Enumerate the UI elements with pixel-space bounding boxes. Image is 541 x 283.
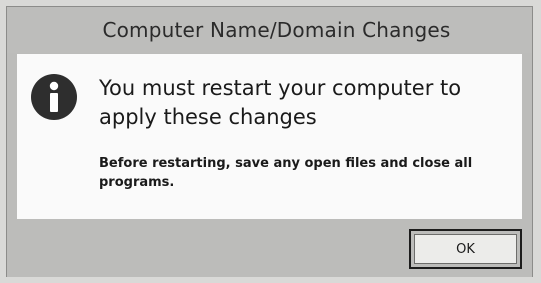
- main-message: You must restart your computer to apply …: [99, 76, 462, 129]
- dialog-titlebar[interactable]: Computer Name/Domain Changes: [7, 7, 532, 53]
- ok-button-label: OK: [414, 234, 517, 264]
- dialog-footer: OK: [7, 219, 532, 277]
- dialog-title: Computer Name/Domain Changes: [102, 18, 451, 42]
- sub-message: Before restarting, save any open files a…: [99, 156, 473, 190]
- restart-dialog: Computer Name/Domain Changes You must re…: [6, 6, 533, 277]
- ok-button[interactable]: OK: [409, 229, 522, 269]
- info-icon: [31, 74, 77, 120]
- dialog-content: You must restart your computer to apply …: [17, 54, 522, 219]
